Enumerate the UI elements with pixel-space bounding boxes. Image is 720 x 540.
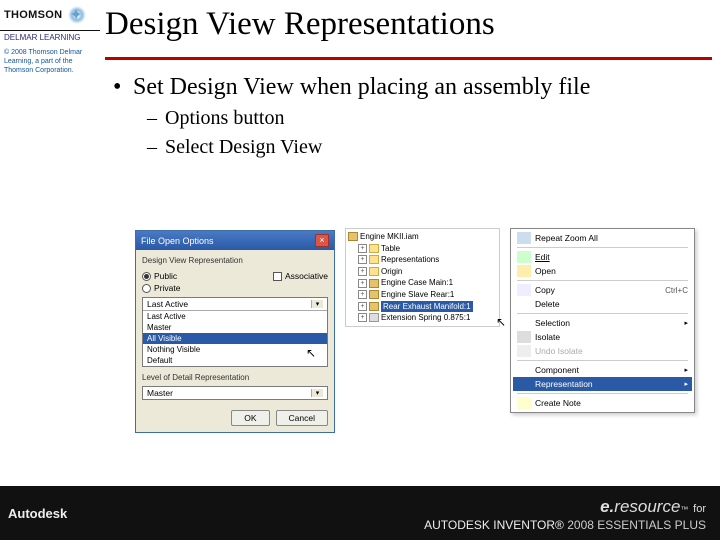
cursor-icon: ↖ [681, 398, 691, 412]
combo-item[interactable]: All Visible [143, 333, 327, 344]
copy-icon [517, 284, 531, 296]
menu-separator [517, 247, 688, 248]
combo-value: Master [147, 388, 173, 398]
dialog-body: Design View Representation Public Privat… [136, 250, 334, 406]
lod-combo[interactable]: Master ▾ [142, 386, 328, 400]
brand-sidebar: THOMSON DELMAR LEARNING © 2008 Thomson D… [0, 0, 100, 540]
folder-icon [369, 255, 379, 264]
folder-icon [369, 244, 379, 253]
close-icon[interactable]: × [315, 234, 329, 247]
footer-right: e.resource™ for AUTODESK INVENTOR® 2008 … [100, 492, 720, 534]
dialog-titlebar[interactable]: File Open Options × [136, 231, 334, 250]
tree-node[interactable]: +Engine Slave Rear:1 [348, 289, 497, 301]
menu-isolate[interactable]: Isolate [513, 330, 692, 344]
expand-icon[interactable]: + [358, 302, 367, 311]
expand-icon[interactable]: + [358, 255, 367, 264]
design-view-combo[interactable]: Last Active ▾ Last Active Master All Vis… [142, 297, 328, 367]
isolate-icon [517, 331, 531, 343]
expand-icon[interactable]: + [358, 267, 367, 276]
checkbox-icon [273, 272, 282, 281]
radio-icon [142, 272, 151, 281]
expand-icon[interactable]: + [358, 290, 367, 299]
menu-delete[interactable]: Delete [513, 297, 692, 311]
cancel-button[interactable]: Cancel [276, 410, 328, 426]
lod-group-label: Level of Detail Representation [142, 373, 328, 382]
tree-node[interactable]: +Engine Case Main:1 [348, 277, 497, 289]
star-icon [68, 6, 86, 24]
folder-icon [369, 267, 379, 276]
tree-node[interactable]: +Representations [348, 254, 497, 266]
menu-component[interactable]: Component [513, 363, 692, 377]
eresource-logo: e.resource™ for [100, 496, 706, 518]
assembly-icon [369, 290, 379, 299]
open-icon [517, 265, 531, 277]
tree-node[interactable]: +Table [348, 243, 497, 255]
assembly-icon [348, 232, 358, 241]
slide-title-bar: Design View Representations [105, 0, 712, 60]
radio-public[interactable]: Public [142, 271, 180, 281]
menu-separator [517, 280, 688, 281]
publisher-logo: THOMSON [0, 0, 100, 31]
slide-footer: Autodesk e.resource™ for AUTODESK INVENT… [0, 486, 720, 540]
dialog-title-text: File Open Options [141, 236, 214, 246]
menu-separator [517, 393, 688, 394]
combo-dropdown-list: Last Active Master All Visible Nothing V… [143, 310, 327, 366]
combo-item[interactable]: Last Active [143, 311, 327, 322]
menu-repeat[interactable]: Repeat Zoom All [513, 231, 692, 245]
edit-icon [517, 251, 531, 263]
ok-button[interactable]: OK [231, 410, 269, 426]
repeat-icon [517, 232, 531, 244]
model-browser-tree: Engine MKII.iam +Table +Representations … [345, 228, 500, 327]
part-icon [369, 313, 379, 322]
copyright-text: © 2008 Thomson Delmar Learning, a part o… [0, 46, 100, 77]
menu-separator [517, 313, 688, 314]
radio-private[interactable]: Private [142, 283, 180, 293]
bullet-level-2a: Options button [147, 107, 712, 130]
chevron-down-icon[interactable]: ▾ [311, 300, 323, 308]
menu-selection[interactable]: Selection [513, 316, 692, 330]
assembly-icon [369, 279, 379, 288]
menu-copy[interactable]: CopyCtrl+C [513, 283, 692, 297]
cursor-icon: ↖ [496, 314, 506, 331]
tree-node-selected[interactable]: +Rear Exhaust Manifold:1 [348, 301, 497, 313]
chevron-down-icon[interactable]: ▾ [311, 389, 323, 397]
dialog-buttons: OK Cancel [136, 406, 334, 432]
radio-icon [142, 284, 151, 293]
screenshot-area: File Open Options × Design View Represen… [135, 230, 700, 475]
expand-icon[interactable]: + [358, 279, 367, 288]
delete-icon [517, 298, 531, 310]
imprint-name: DELMAR LEARNING [0, 31, 100, 46]
tree-node[interactable]: +Origin [348, 266, 497, 278]
assembly-icon [369, 302, 379, 311]
tree-node[interactable]: +Extension Spring 0.875:1 [348, 312, 497, 324]
expand-icon[interactable]: + [358, 313, 367, 322]
bullet-level-2b: Select Design View [147, 136, 712, 159]
menu-undo-isolate: Undo Isolate [513, 344, 692, 358]
cursor-icon: ↖ [306, 346, 316, 360]
menu-separator [517, 360, 688, 361]
menu-edit[interactable]: Edit [513, 250, 692, 264]
menu-open[interactable]: Open [513, 264, 692, 278]
note-icon [517, 397, 531, 409]
combo-item[interactable]: Default [143, 355, 327, 366]
menu-representation[interactable]: Representation [513, 377, 692, 391]
design-view-group-label: Design View Representation [142, 256, 328, 265]
combo-item[interactable]: Master [143, 322, 327, 333]
tree-root[interactable]: Engine MKII.iam [348, 231, 497, 243]
autodesk-logo: Autodesk [0, 506, 100, 521]
menu-create-note[interactable]: Create Note [513, 396, 692, 410]
product-line: AUTODESK INVENTOR® 2008 ESSENTIALS PLUS [100, 518, 706, 534]
slide-title: Design View Representations [105, 6, 495, 43]
undo-isolate-icon [517, 345, 531, 357]
combo-value: Last Active [147, 299, 188, 309]
context-menu: Repeat Zoom All Edit Open CopyCtrl+C Del… [510, 228, 695, 413]
file-open-options-dialog: File Open Options × Design View Represen… [135, 230, 335, 433]
publisher-name: THOMSON [4, 9, 62, 21]
combo-item[interactable]: Nothing Visible [143, 344, 327, 355]
bullet-level-1: Set Design View when placing an assembly… [111, 74, 712, 101]
expand-icon[interactable]: + [358, 244, 367, 253]
checkbox-associative[interactable]: Associative [273, 271, 328, 281]
